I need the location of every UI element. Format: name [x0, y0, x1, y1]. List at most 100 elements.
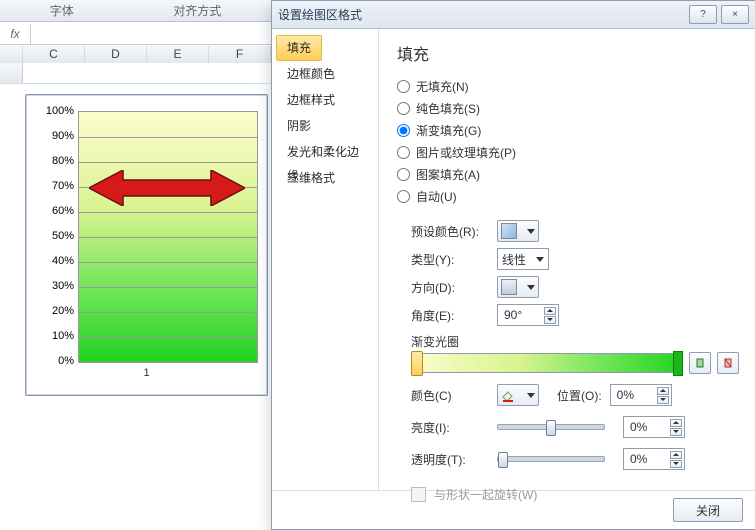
format-dialog: 设置绘图区格式 ? × 填充 边框颜色 边框样式 阴影 发光和柔化边缘 三维格式… [271, 0, 755, 530]
close-icon[interactable]: × [721, 5, 749, 24]
formula-input[interactable] [31, 24, 271, 44]
pane-heading: 填充 [397, 41, 739, 65]
dialog-titlebar[interactable]: 设置绘图区格式 ? × [272, 1, 755, 29]
ytick: 50% [26, 230, 74, 242]
gradient-stop[interactable] [411, 351, 423, 376]
nav-shadow[interactable]: 阴影 [272, 113, 378, 139]
dialog-nav: 填充 边框颜色 边框样式 阴影 发光和柔化边缘 三维格式 [272, 29, 379, 490]
radio-picture-fill[interactable]: 图片或纹理填充(P) [397, 141, 739, 163]
stop-color-label: 颜色(C) [411, 387, 497, 404]
nav-border-style[interactable]: 边框样式 [272, 87, 378, 113]
col-select-all[interactable] [0, 46, 23, 63]
ribbon: 字体 对齐方式 [0, 0, 271, 22]
spin-up-icon[interactable] [544, 307, 556, 315]
paint-bucket-icon [501, 388, 515, 402]
ytick: 30% [26, 280, 74, 292]
col-D[interactable]: D [85, 46, 147, 63]
angle-label: 角度(E): [411, 307, 497, 324]
remove-stop-icon [722, 357, 734, 369]
rotate-with-shape-row[interactable]: 与形状一起旋转(W) [411, 486, 739, 503]
help-button[interactable]: ? [689, 5, 717, 24]
ytick: 80% [26, 155, 74, 167]
arrow-shape[interactable] [89, 170, 245, 206]
direction-icon [501, 279, 517, 295]
direction-dropdown[interactable] [497, 276, 539, 298]
ytick: 10% [26, 330, 74, 342]
ribbon-group-font: 字体 [50, 2, 74, 19]
transparency-spinner[interactable]: 0% [623, 448, 685, 470]
dialog-title: 设置绘图区格式 [278, 6, 362, 23]
nav-3d[interactable]: 三维格式 [272, 165, 378, 191]
chart-object[interactable]: 100% 90% 80% 70% 60% 50% 40% 30% 20% 10%… [25, 94, 268, 396]
spin-up-icon[interactable] [670, 451, 682, 459]
stop-color-dropdown[interactable] [497, 384, 539, 406]
gridline [79, 287, 257, 288]
position-spinner[interactable]: 0% [610, 384, 672, 406]
rotate-with-shape-label: 与形状一起旋转(W) [434, 486, 537, 503]
col-F[interactable]: F [209, 46, 271, 63]
chevron-down-icon [536, 257, 544, 262]
nav-glow[interactable]: 发光和柔化边缘 [272, 139, 378, 165]
radio-auto-fill[interactable]: 自动(U) [397, 185, 739, 207]
gradient-stops-label: 渐变光圈 [411, 333, 739, 350]
ytick: 40% [26, 255, 74, 267]
spin-up-icon[interactable] [670, 419, 682, 427]
gridline [79, 212, 257, 213]
gridline [79, 312, 257, 313]
type-label: 类型(Y): [411, 251, 497, 268]
transparency-slider[interactable] [497, 456, 605, 462]
angle-spinner[interactable]: 90° [497, 304, 559, 326]
checkbox-icon[interactable] [411, 487, 426, 502]
type-select[interactable]: 线性 [497, 248, 549, 270]
fx-icon[interactable]: fx [0, 24, 31, 44]
chevron-down-icon [527, 393, 535, 398]
xtick: 1 [26, 367, 267, 379]
ytick: 60% [26, 205, 74, 217]
radio-solid-fill[interactable]: 纯色填充(S) [397, 97, 739, 119]
gradient-track[interactable] [411, 353, 683, 373]
ytick: 90% [26, 130, 74, 142]
swatch-icon [501, 223, 517, 239]
brightness-spinner[interactable]: 0% [623, 416, 685, 438]
ribbon-group-align: 对齐方式 [173, 2, 221, 19]
preset-color-dropdown[interactable] [497, 220, 539, 242]
nav-border-color[interactable]: 边框颜色 [272, 61, 378, 87]
formula-bar: fx [0, 24, 271, 45]
column-headers: C D E F [0, 46, 271, 64]
ytick: 70% [26, 180, 74, 192]
spin-down-icon[interactable] [657, 396, 669, 404]
position-label: 位置(O): [557, 387, 602, 404]
gridline [79, 337, 257, 338]
chevron-down-icon [527, 285, 535, 290]
plot-area[interactable] [78, 111, 258, 363]
radio-gradient-fill[interactable]: 渐变填充(G) [397, 119, 739, 141]
brightness-label: 亮度(I): [411, 419, 497, 436]
fill-options: 无填充(N) 纯色填充(S) 渐变填充(G) 图片或纹理填充(P) 图案填充(A… [397, 75, 739, 207]
gridline [79, 137, 257, 138]
col-C[interactable]: C [23, 46, 85, 63]
chevron-down-icon [527, 229, 535, 234]
radio-pattern-fill[interactable]: 图案填充(A) [397, 163, 739, 185]
brightness-slider[interactable] [497, 424, 605, 430]
slider-thumb[interactable] [498, 452, 508, 468]
gridline [79, 162, 257, 163]
spin-down-icon[interactable] [670, 460, 682, 468]
gridline [79, 237, 257, 238]
spin-up-icon[interactable] [657, 387, 669, 395]
nav-fill[interactable]: 填充 [276, 35, 322, 61]
gridline [79, 262, 257, 263]
gradient-stop-end[interactable] [673, 351, 683, 376]
spin-down-icon[interactable] [670, 428, 682, 436]
radio-no-fill[interactable]: 无填充(N) [397, 75, 739, 97]
spin-down-icon[interactable] [544, 316, 556, 324]
slider-thumb[interactable] [546, 420, 556, 436]
ytick: 0% [26, 355, 74, 367]
col-E[interactable]: E [147, 46, 209, 63]
ytick: 100% [26, 105, 74, 117]
dialog-pane: 填充 无填充(N) 纯色填充(S) 渐变填充(G) 图片或纹理填充(P) 图案填… [379, 29, 755, 490]
add-stop-button[interactable] [689, 352, 711, 374]
preset-label: 预设颜色(R): [411, 223, 497, 240]
remove-stop-button[interactable] [717, 352, 739, 374]
direction-label: 方向(D): [411, 279, 497, 296]
add-stop-icon [694, 357, 706, 369]
